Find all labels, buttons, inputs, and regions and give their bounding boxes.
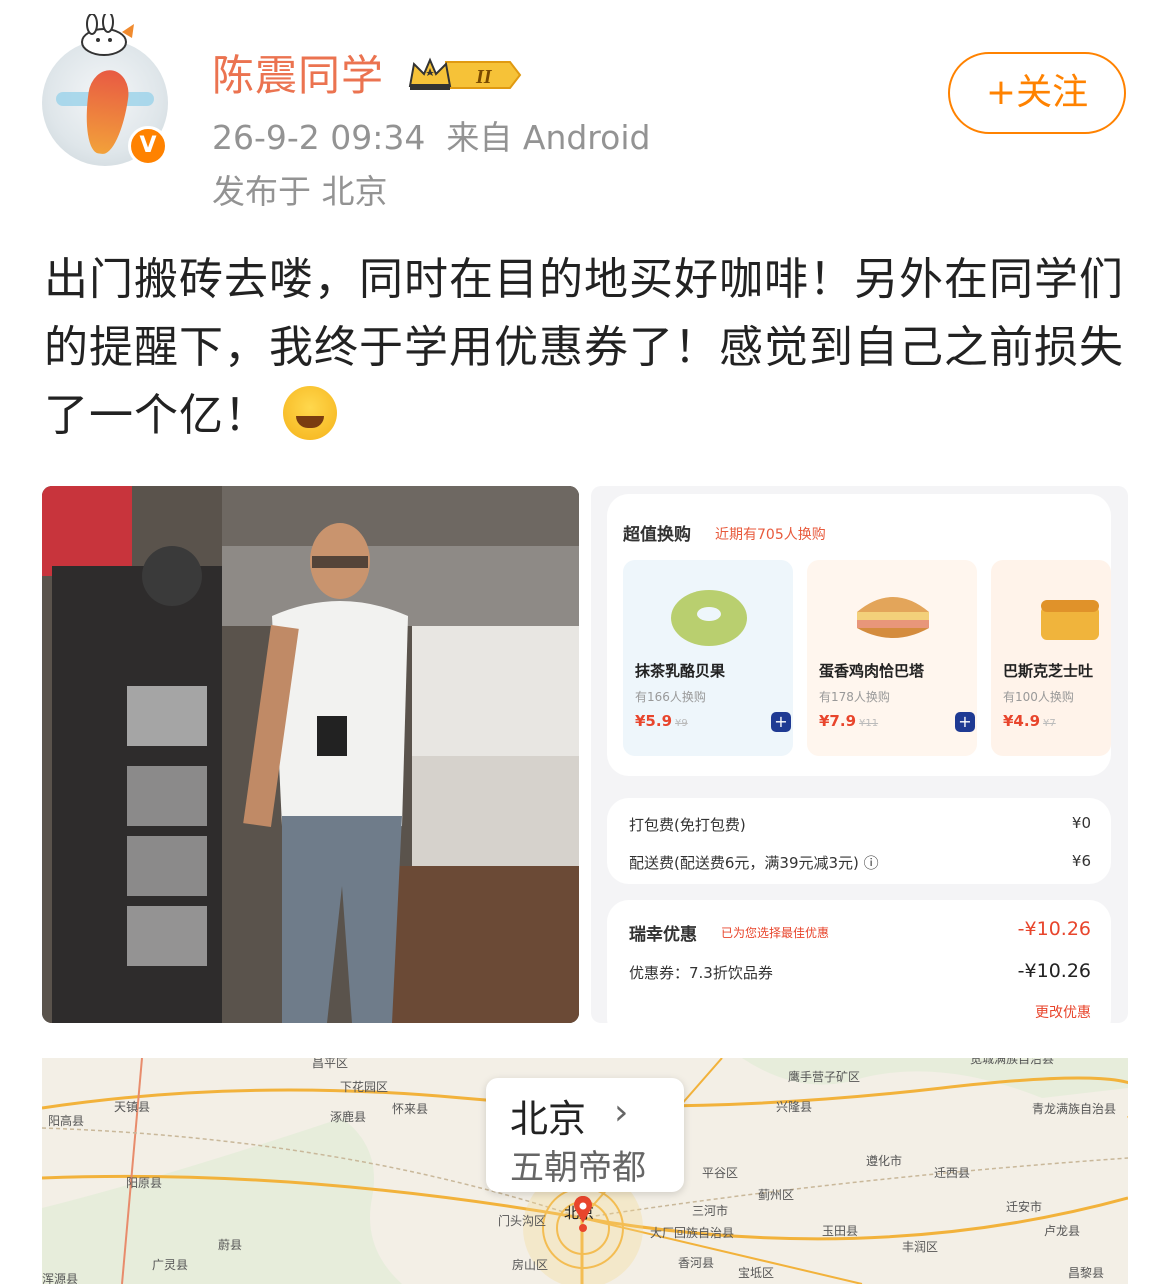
price-current: ¥5.9 bbox=[635, 712, 673, 730]
map-label: 卢龙县 bbox=[1044, 1224, 1081, 1238]
exchange-subtitle: 近期有705人换购 bbox=[715, 527, 826, 543]
discount-note: 已为您选择最佳优惠 bbox=[721, 926, 830, 940]
product-card[interactable]: 抹茶乳酪贝果 有166人换购 ¥5.9 ¥9 + bbox=[623, 560, 793, 756]
map-label: 迁西县 bbox=[934, 1166, 971, 1180]
map-label: 宝坻区 bbox=[738, 1266, 775, 1280]
product-price: ¥4.9 ¥7 bbox=[1003, 712, 1056, 730]
verified-badge-icon: V bbox=[128, 126, 168, 166]
map-label: 涿鹿县 bbox=[330, 1110, 367, 1124]
post-image-order-screenshot[interactable]: 超值换购 近期有705人换购 抹茶乳酪贝果 有166人换购 ¥5.9 ¥9 + 蛋… bbox=[591, 486, 1128, 1023]
product-card[interactable]: 蛋香鸡肉恰巴塔 有178人换购 ¥7.9 ¥11 + bbox=[807, 560, 977, 756]
map-label: 蔚县 bbox=[218, 1238, 243, 1252]
add-product-button[interactable]: + bbox=[955, 712, 975, 732]
post-image-selfie[interactable] bbox=[42, 486, 579, 1023]
product-card[interactable]: 巴斯克芝士吐 有100人换购 ¥4.9 ¥7 bbox=[991, 560, 1111, 756]
map-label: 玉田县 bbox=[822, 1224, 859, 1238]
map-label: 怀来县 bbox=[392, 1102, 429, 1116]
chevron-right-icon: › bbox=[614, 1092, 629, 1133]
selfie-photo-illustration bbox=[42, 486, 579, 1023]
map-label: 昌平区 bbox=[312, 1058, 349, 1070]
map-label: 大厂回族自治县 bbox=[650, 1226, 735, 1240]
delivery-fee-value: ¥6 bbox=[1071, 852, 1091, 870]
laughing-crying-emoji-icon bbox=[283, 386, 337, 440]
product-count: 有100人换购 bbox=[1003, 690, 1074, 704]
map-label: 下花园区 bbox=[340, 1080, 389, 1094]
bagel-icon bbox=[671, 590, 747, 646]
map-label: 香河县 bbox=[678, 1256, 715, 1270]
map-label: 丰润区 bbox=[902, 1240, 939, 1254]
post-text: 出门搬砖去喽，同时在目的地买好咖啡！另外在同学们的提醒下，我终于学用优惠券了！感… bbox=[44, 246, 1134, 450]
post-source: 来自 Android bbox=[446, 118, 651, 157]
bunny-decoration-icon bbox=[81, 14, 134, 56]
map-label: 平谷区 bbox=[702, 1166, 739, 1180]
username[interactable]: 陈震同学 bbox=[212, 46, 384, 106]
exchange-card: 超值换购 近期有705人换购 抹茶乳酪贝果 有166人换购 ¥5.9 ¥9 + 蛋… bbox=[607, 494, 1111, 776]
map-label: 昌黎县 bbox=[1068, 1266, 1105, 1280]
post-location: 发布于 北京 bbox=[212, 172, 388, 211]
sandwich-icon bbox=[857, 597, 929, 638]
location-subtitle: 五朝帝都 bbox=[510, 1148, 646, 1188]
add-product-button[interactable]: + bbox=[771, 712, 791, 732]
post-time: 26-9-2 09:34 bbox=[212, 118, 426, 157]
map-label: 阳高县 bbox=[48, 1114, 85, 1128]
product-count: 有178人换购 bbox=[819, 690, 890, 704]
product-name: 抹茶乳酪贝果 bbox=[635, 662, 726, 680]
map-label: 迁安市 bbox=[1006, 1200, 1043, 1214]
location-city: 北京 bbox=[510, 1097, 587, 1141]
price-original: ¥7 bbox=[1043, 718, 1056, 729]
map-label: 浑源县 bbox=[42, 1272, 79, 1284]
map-label: 蓟州区 bbox=[758, 1188, 795, 1202]
discount-value: -¥10.26 bbox=[1017, 918, 1091, 940]
post-meta: 26-9-2 09:34 来自 Android bbox=[212, 116, 650, 160]
price-original: ¥11 bbox=[859, 718, 879, 729]
map-label: 鹰手营子矿区 bbox=[788, 1070, 861, 1084]
map-pin-icon bbox=[574, 1196, 592, 1223]
discount-card: 瑞幸优惠 已为您选择最佳优惠 -¥10.26 优惠券：7.3折饮品券 -¥10.… bbox=[607, 900, 1111, 1023]
product-name: 蛋香鸡肉恰巴塔 bbox=[819, 662, 925, 680]
map-label: 三河市 bbox=[692, 1204, 729, 1218]
product-price: ¥7.9 ¥11 bbox=[819, 712, 878, 730]
map-label: 青龙满族自治县 bbox=[1032, 1102, 1117, 1116]
map-label: 天镇县 bbox=[114, 1100, 151, 1114]
coupon-value: -¥10.26 bbox=[1017, 960, 1091, 982]
product-count: 有166人换购 bbox=[635, 690, 706, 704]
product-name: 巴斯克芝士吐 bbox=[1003, 662, 1094, 680]
price-current: ¥7.9 bbox=[819, 712, 857, 730]
coupon-label: 优惠券：7.3折饮品券 bbox=[629, 964, 773, 982]
follow-button[interactable]: +关注 bbox=[948, 52, 1126, 134]
map-label: 广灵县 bbox=[152, 1258, 189, 1272]
exchange-title: 超值换购 bbox=[623, 525, 691, 545]
discount-title: 瑞幸优惠 bbox=[629, 925, 697, 945]
price-original: ¥9 bbox=[675, 718, 688, 729]
map-label: 宽城满族自治县 bbox=[970, 1058, 1055, 1066]
product-price: ¥5.9 ¥9 bbox=[635, 712, 688, 730]
location-card[interactable]: 北京 › 五朝帝都 bbox=[486, 1078, 684, 1192]
delivery-fee-label[interactable]: 配送费(配送费6元，满39元减3元) ⓘ bbox=[629, 852, 879, 873]
vip-crown-icon[interactable]: II bbox=[406, 56, 522, 94]
packing-fee-value: ¥0 bbox=[1071, 814, 1091, 832]
map-label: 房山区 bbox=[512, 1258, 549, 1272]
map-label: 兴隆县 bbox=[776, 1100, 813, 1114]
post-body: 出门搬砖去喽，同时在目的地买好咖啡！另外在同学们的提醒下，我终于学用优惠券了！感… bbox=[44, 254, 1124, 441]
toast-icon bbox=[1041, 600, 1099, 640]
map-label: 阳原县 bbox=[126, 1176, 163, 1190]
map-label: 遵化市 bbox=[866, 1154, 903, 1168]
price-current: ¥4.9 bbox=[1003, 712, 1041, 730]
packing-fee-label: 打包费(免打包费) bbox=[629, 816, 746, 834]
svg-text:II: II bbox=[475, 66, 493, 88]
change-coupon-link[interactable]: 更改优惠 bbox=[1035, 1002, 1091, 1022]
fees-card: 打包费(免打包费) ¥0 配送费(配送费6元，满39元减3元) ⓘ ¥6 bbox=[607, 798, 1111, 884]
map-label: 门头沟区 bbox=[498, 1214, 547, 1228]
